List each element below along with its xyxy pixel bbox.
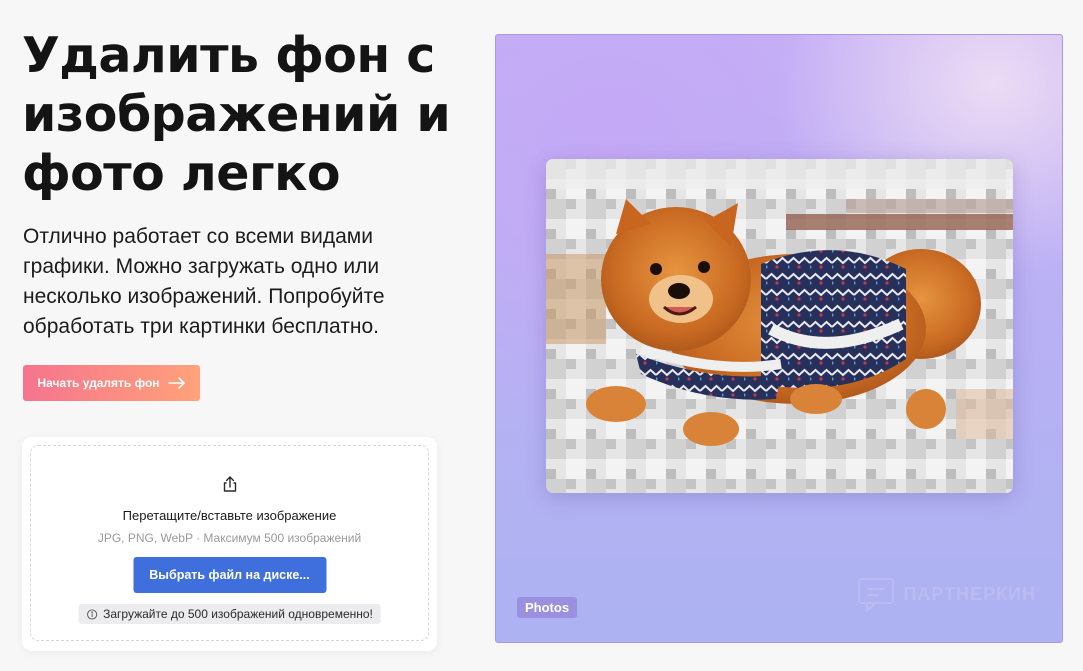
dog-photo-preview [546, 159, 1013, 493]
preview-panel: Photos ПАРТНЕРКИН [495, 34, 1063, 643]
upload-icon [223, 476, 236, 492]
arrow-right-icon [167, 377, 185, 389]
cta-label: Начать удалять фон [37, 376, 160, 390]
drop-zone-hint: JPG, PNG, WebP · Максимум 500 изображени… [97, 531, 362, 545]
watermark-text: ПАРТНЕРКИН [903, 583, 1036, 604]
info-icon [86, 608, 97, 620]
upload-limit-note: Загружайте до 500 изображений одновремен… [78, 604, 381, 624]
start-removing-background-button[interactable]: Начать удалять фон [23, 365, 200, 401]
chat-logo-icon [858, 578, 895, 614]
title-line-2: изображений и [22, 86, 451, 143]
page-title: Удалить фон с изображений и фото легко [22, 26, 482, 203]
upload-card: Перетащите/вставьте изображение JPG, PNG… [22, 437, 437, 651]
title-line-1: Удалить фон с [22, 27, 435, 84]
choose-file-button[interactable]: Выбрать файл на диске... [133, 557, 326, 593]
upload-limit-text: Загружайте до 500 изображений одновремен… [103, 607, 373, 621]
hero-description: Отлично работает со всеми видами графики… [23, 225, 385, 338]
photos-badge: Photos [517, 597, 578, 618]
title-line-3: фото легко [22, 145, 341, 202]
drop-zone[interactable]: Перетащите/вставьте изображение JPG, PNG… [30, 445, 429, 641]
drop-zone-title: Перетащите/вставьте изображение [122, 508, 337, 523]
partnerkin-watermark: ПАРТНЕРКИН [855, 573, 1036, 615]
